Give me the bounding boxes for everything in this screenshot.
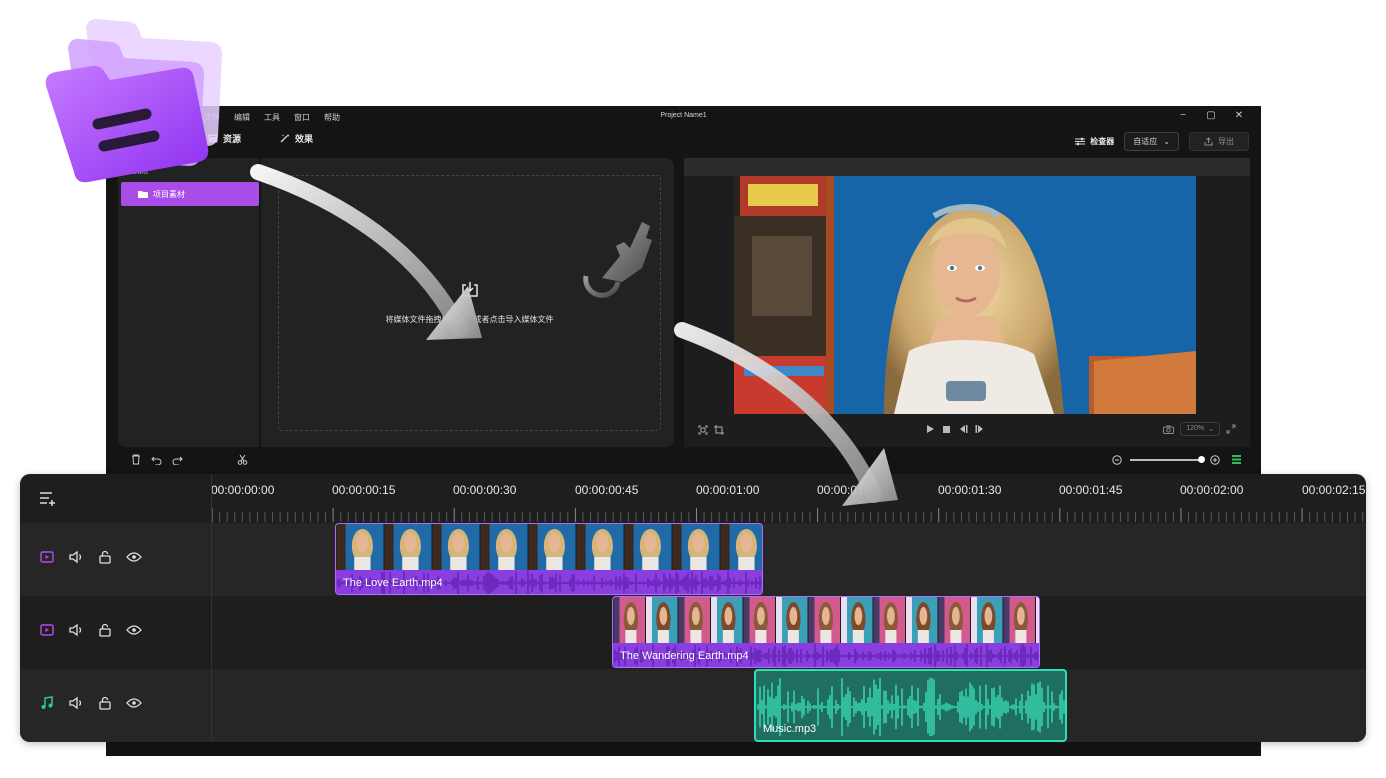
- ruler-label: 00:00:00:00: [211, 483, 275, 497]
- eye-icon[interactable]: [126, 697, 142, 709]
- eye-icon[interactable]: [126, 551, 142, 563]
- music-note-icon: [41, 696, 53, 709]
- pointing-hand-icon: [583, 222, 652, 298]
- timeline-zoom: [1112, 454, 1241, 465]
- toolbar: 资源 效果 检查器 自适应 ⌄ 导出: [106, 128, 1261, 158]
- video-preview-frame: [734, 176, 1196, 414]
- level-meter-icon: [1232, 455, 1241, 464]
- clip-name: Music.mp3: [763, 723, 817, 735]
- lock-icon[interactable]: [98, 696, 112, 710]
- minimize-button[interactable]: −: [1169, 110, 1197, 121]
- player-left-tools: [698, 425, 724, 435]
- export-label: 导出: [1218, 137, 1234, 146]
- import-icon: [462, 282, 478, 297]
- prev-frame-icon[interactable]: [958, 424, 968, 434]
- volume-icon[interactable]: [68, 696, 84, 710]
- preview-player: 120% ⌄: [684, 158, 1250, 447]
- lock-icon[interactable]: [98, 550, 112, 564]
- maximize-button[interactable]: ▢: [1197, 110, 1225, 121]
- ruler-ticks: [211, 508, 1364, 522]
- sliders-icon: [1075, 137, 1086, 146]
- crop-icon[interactable]: [714, 425, 724, 435]
- window-controls: − ▢ ✕: [1169, 110, 1253, 121]
- fullframe-icon[interactable]: [698, 425, 708, 435]
- timeline-header-divider: [211, 474, 212, 742]
- timeline-zoom-slider[interactable]: [1130, 455, 1205, 463]
- media-drop-zone[interactable]: 将媒体文件拖拽到这里，或者点击导入媒体文件: [278, 175, 661, 431]
- audio-track: Music.mp3: [20, 669, 1366, 742]
- audio-clip-music[interactable]: Music.mp3: [754, 669, 1067, 742]
- lock-icon[interactable]: [98, 623, 112, 637]
- screenshot-stage: 文件 编辑 工具 窗口 帮助 Project Name1 − ▢ ✕ 资源 效果: [0, 0, 1386, 778]
- edit-toolbar: [106, 450, 1261, 472]
- undo-icon[interactable]: [151, 455, 162, 465]
- timeline-header: [20, 474, 211, 522]
- media-panel: Media 项目素材 将媒体文件拖拽到这里，或者点击导入媒体文件: [118, 158, 674, 447]
- volume-icon[interactable]: [68, 550, 84, 564]
- ruler-label: 00:00:00:45: [575, 483, 639, 497]
- player-controls: 120% ⌄: [684, 414, 1250, 447]
- export-icon: [1204, 137, 1213, 146]
- volume-icon[interactable]: [68, 623, 84, 637]
- chevron-down-icon: ⌄: [1208, 426, 1214, 433]
- fit-select-value: 自适应: [1133, 137, 1158, 146]
- timeline-panel: 00:00:00:00 00:00:00:15 00:00:00:30 00:0…: [20, 474, 1366, 742]
- media-sidebar: Media 项目素材: [118, 158, 261, 447]
- fit-select[interactable]: 自适应 ⌄: [1124, 132, 1179, 151]
- redo-icon[interactable]: [172, 455, 183, 465]
- clip-name: The Love Earth.mp4: [343, 577, 443, 589]
- close-button[interactable]: ✕: [1225, 110, 1253, 121]
- video-clip-wandering-earth[interactable]: The Wandering Earth.mp4: [612, 596, 1040, 668]
- drop-hint-text: 将媒体文件拖拽到这里，或者点击导入媒体文件: [385, 315, 554, 324]
- video-track-icon: [40, 551, 54, 563]
- player-right-tools: 120% ⌄: [1163, 422, 1236, 436]
- ruler-label: 00:00:01:45: [1059, 483, 1123, 497]
- video-track-1: The Love Earth.mp4: [20, 523, 1366, 596]
- app-folder-logo: [45, 18, 222, 183]
- video-track-icon: [40, 624, 54, 636]
- fullscreen-icon[interactable]: [1226, 424, 1236, 434]
- export-button[interactable]: 导出: [1189, 132, 1249, 151]
- tab-effects-label: 效果: [295, 134, 314, 144]
- video-clip-love-earth[interactable]: The Love Earth.mp4: [335, 523, 763, 595]
- edit-tools: [131, 454, 248, 465]
- ruler-label: 00:00:00:15: [332, 483, 396, 497]
- zoom-value: 120%: [1186, 425, 1205, 432]
- next-frame-icon[interactable]: [975, 424, 985, 434]
- ruler-label: 00:00:01:15: [817, 483, 881, 497]
- track-controls: [40, 550, 142, 564]
- video-track-2: The Wandering Earth.mp4: [20, 596, 1366, 669]
- folder-icon: [138, 191, 148, 198]
- ruler-label: 00:00:02:15: [1302, 483, 1366, 497]
- window-title: Project Name1: [660, 112, 707, 119]
- toolbar-right: 检查器 自适应 ⌄ 导出: [1075, 132, 1249, 151]
- add-track-icon[interactable]: [39, 491, 57, 507]
- zoom-select[interactable]: 120% ⌄: [1180, 422, 1220, 436]
- camera-icon[interactable]: [1163, 425, 1175, 434]
- stop-icon[interactable]: [942, 425, 951, 434]
- play-icon[interactable]: [926, 424, 935, 434]
- chevron-down-icon: ⌄: [1163, 137, 1170, 146]
- magic-wand-icon: [280, 134, 289, 143]
- track-controls: [40, 623, 142, 637]
- player-header: [684, 158, 1250, 176]
- clip-name: The Wandering Earth.mp4: [620, 650, 749, 662]
- ruler-label: 00:00:02:00: [1180, 483, 1244, 497]
- inspector-button[interactable]: 检查器: [1075, 136, 1114, 147]
- zoom-in-icon[interactable]: [1210, 454, 1220, 465]
- eye-icon[interactable]: [126, 624, 142, 636]
- trash-icon[interactable]: [131, 454, 141, 465]
- playback-controls: [926, 424, 985, 434]
- timeline-ruler[interactable]: 00:00:00:00 00:00:00:15 00:00:00:30 00:0…: [211, 474, 1366, 522]
- zoom-out-icon[interactable]: [1112, 454, 1122, 465]
- ruler-label: 00:00:01:30: [938, 483, 1002, 497]
- ruler-label: 00:00:00:30: [453, 483, 517, 497]
- track-controls: [40, 696, 142, 710]
- inspector-label: 检查器: [1090, 137, 1115, 146]
- ruler-label: 00:00:01:00: [696, 483, 760, 497]
- menu-bar: 文件 编辑 工具 窗口 帮助 Project Name1 − ▢ ✕: [106, 106, 1261, 128]
- tab-effects[interactable]: 效果: [280, 132, 313, 145]
- scissors-icon[interactable]: [237, 454, 248, 465]
